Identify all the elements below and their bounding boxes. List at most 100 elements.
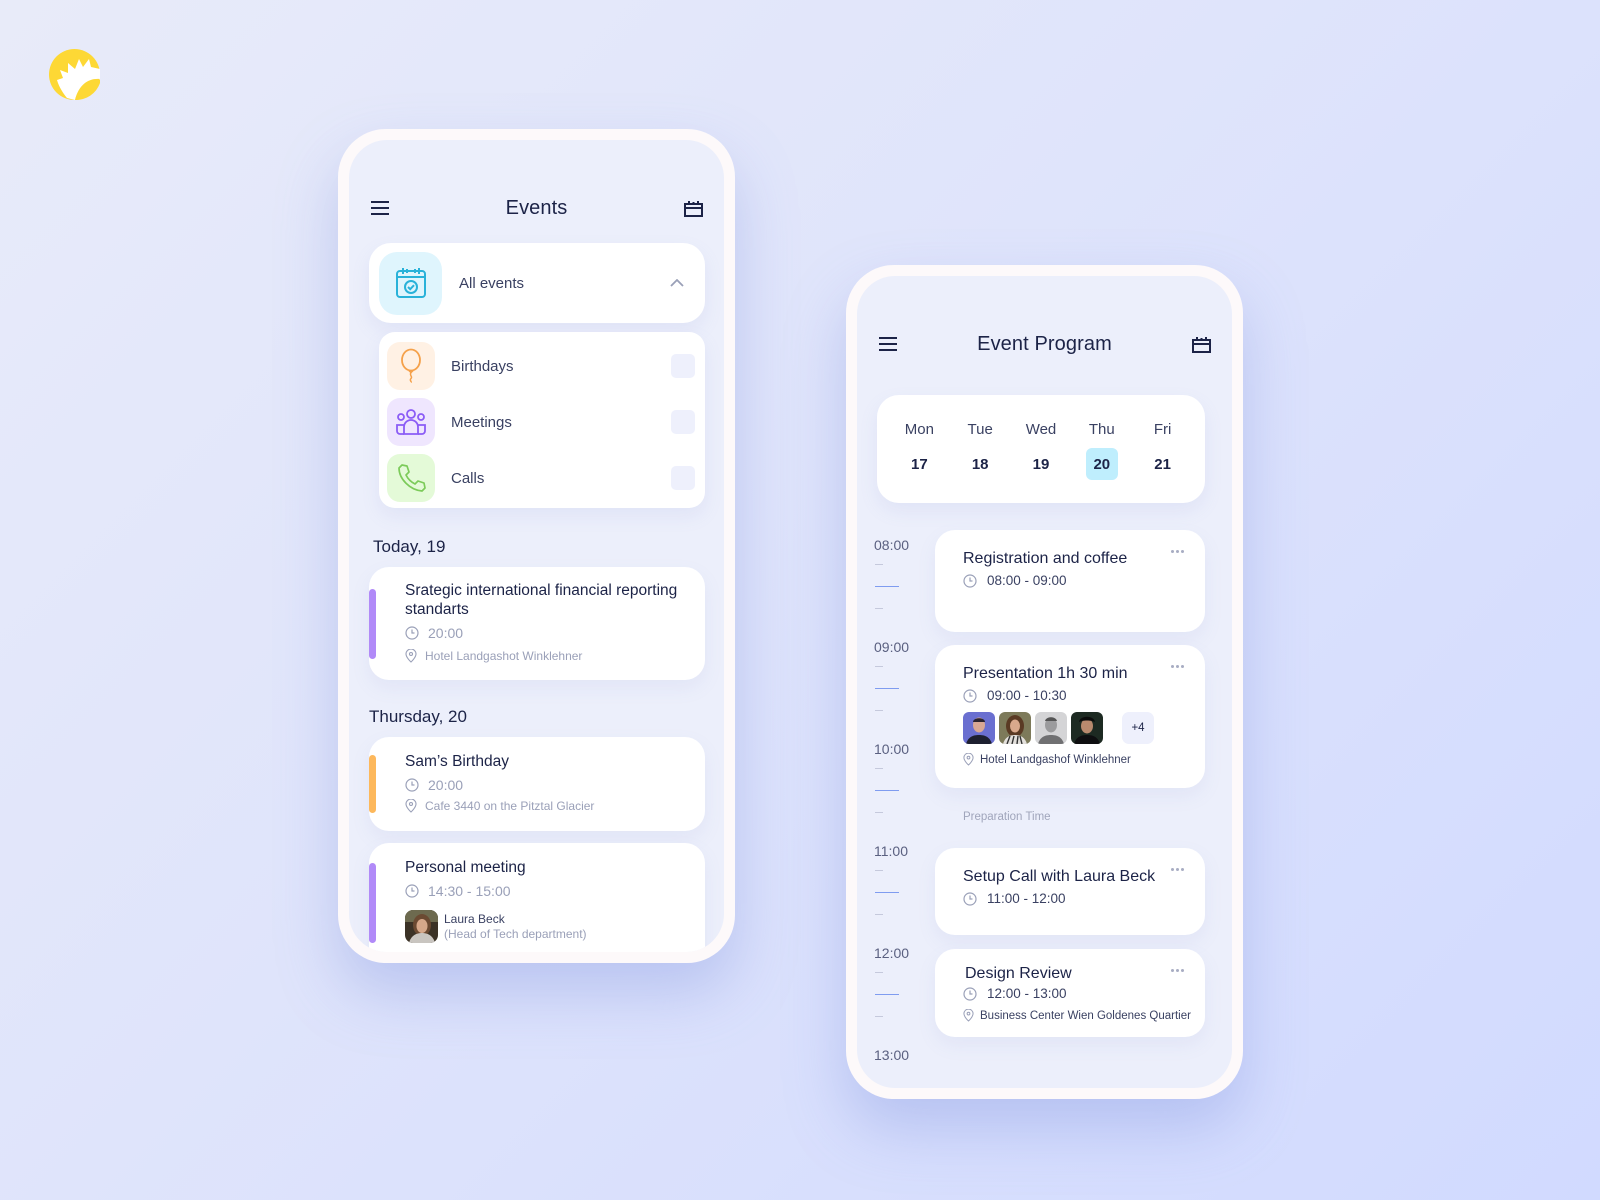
tick-mark (875, 608, 883, 609)
day-name: Wed (1025, 421, 1057, 438)
page-title: Events (505, 196, 568, 219)
day-mon[interactable]: Mon 17 (902, 395, 936, 503)
clock-icon (405, 884, 419, 898)
events-phone: Events All events Birthdays Meetings Cal… (338, 129, 735, 963)
avatar[interactable] (1071, 712, 1103, 744)
attendee[interactable]: Laura Beck (Head of Tech department) (405, 910, 689, 943)
program-title: Setup Call with Laura Beck (963, 868, 1156, 885)
tick-mark (875, 586, 899, 587)
clock-icon (963, 688, 977, 703)
calls-checkbox[interactable] (671, 466, 695, 490)
hour-label: 08:00 (874, 537, 910, 553)
all-events-dropdown[interactable]: All events (369, 243, 705, 323)
program-item-setup-call[interactable]: Setup Call with Laura Beck 11:00 - 12:00 (935, 848, 1205, 935)
program-title: Registration and coffee (963, 550, 1128, 567)
hamburger-menu-icon[interactable] (368, 196, 392, 220)
program-item-registration[interactable]: Registration and coffee 08:00 - 09:00 (935, 530, 1205, 632)
event-card-financial-standards[interactable]: Srategic international financial reporti… (369, 567, 705, 680)
program-item-design-review[interactable]: Design Review 12:00 - 13:00 Business Cen… (935, 949, 1205, 1037)
more-attendees-badge[interactable]: +4 (1122, 712, 1154, 744)
tick-mark (875, 790, 899, 791)
sun-logo-icon (49, 49, 100, 100)
section-day-thursday: Thursday, 20 (369, 707, 467, 726)
program-time: 12:00 - 13:00 (987, 986, 1067, 1001)
tick-mark (875, 914, 883, 915)
avatar[interactable] (1035, 712, 1067, 744)
program-title: Design Review (965, 965, 1072, 982)
event-title: Personal meeting (405, 859, 526, 876)
day-date: 20 (1085, 448, 1118, 480)
avatar (405, 910, 438, 943)
program-title: Presentation 1h 30 min (963, 665, 1128, 682)
attendee-avatars: +4 (963, 712, 1193, 744)
location-pin-icon (963, 753, 974, 766)
avatar[interactable] (963, 712, 995, 744)
calendar-icon[interactable] (681, 196, 705, 220)
event-time: 14:30 - 15:00 (428, 883, 511, 899)
hour-label: 11:00 (874, 843, 908, 859)
event-time: 20:00 (428, 625, 464, 641)
filter-item-meetings[interactable]: Meetings (387, 394, 695, 450)
event-card-personal-meeting[interactable]: Personal meeting 14:30 - 15:00 Laura Bec… (369, 843, 705, 952)
filter-label: Birthdays (451, 357, 514, 375)
birthdays-checkbox[interactable] (671, 354, 695, 378)
event-card-sams-birthday[interactable]: Sam’s Birthday 20:00 Cafe 3440 on the Pi… (369, 737, 705, 831)
filter-item-calls[interactable]: Calls (387, 450, 695, 506)
hour-label: 10:00 (874, 741, 910, 757)
day-fri[interactable]: Fri 21 (1146, 395, 1180, 503)
clock-icon (963, 891, 977, 906)
balloon-icon (387, 342, 435, 390)
tick-mark (875, 812, 883, 813)
day-thu-selected[interactable]: Thu 20 (1085, 395, 1119, 503)
tick-mark (875, 1016, 883, 1017)
program-time: 11:00 - 12:00 (987, 891, 1066, 906)
day-tue[interactable]: Tue 18 (963, 395, 997, 503)
event-color-bar (369, 589, 376, 659)
day-wed[interactable]: Wed 19 (1024, 395, 1058, 503)
tick-mark (875, 870, 883, 871)
clock-icon (963, 986, 977, 1001)
program-phone: Event Program Mon 17 Tue 18 Wed 19 Thu 20 Fr… (846, 265, 1243, 1099)
hamburger-menu-icon[interactable] (876, 332, 900, 356)
section-day-today: Today, 19 (373, 537, 446, 556)
clock-icon (405, 626, 419, 640)
day-date: 19 (1032, 455, 1050, 473)
event-color-bar (369, 755, 376, 813)
calendar-icon[interactable] (1189, 332, 1213, 356)
location-pin-icon (963, 1009, 974, 1022)
day-name: Thu (1088, 421, 1115, 438)
hour-label: 13:00 (874, 1047, 910, 1063)
program-time: 08:00 - 09:00 (987, 573, 1067, 588)
program-item-presentation[interactable]: Presentation 1h 30 min 09:00 - 10:30 +4 … (935, 645, 1205, 788)
tick-mark (875, 994, 899, 995)
page-title: Event Program (977, 332, 1112, 355)
day-name: Mon (904, 421, 934, 438)
filter-item-birthdays[interactable]: Birthdays (387, 338, 695, 394)
tick-mark (875, 666, 883, 667)
clock-icon (963, 573, 977, 588)
avatar[interactable] (999, 712, 1031, 744)
tick-mark (875, 768, 883, 769)
meetings-checkbox[interactable] (671, 410, 695, 434)
phone-icon (387, 454, 435, 502)
hour-label: 12:00 (874, 945, 910, 961)
chevron-up-icon[interactable] (665, 271, 689, 295)
filter-label: Meetings (451, 413, 512, 431)
day-name: Fri (1153, 421, 1172, 438)
tick-mark (875, 688, 899, 689)
event-time: 20:00 (428, 777, 464, 793)
location-pin-icon (405, 799, 417, 813)
tick-mark (875, 710, 883, 711)
program-location: Business Center Wien Goldenes Quartier (980, 1009, 1191, 1022)
event-type-filter-list: Birthdays Meetings Calls (379, 332, 705, 508)
day-date: 17 (911, 455, 928, 473)
calendar-check-icon (379, 251, 442, 315)
events-topbar: Events (349, 188, 724, 228)
group-icon (387, 398, 435, 446)
program-screen: Event Program Mon 17 Tue 18 Wed 19 Thu 20 Fr… (857, 276, 1232, 1088)
day-date: 18 (971, 455, 989, 473)
tick-mark (875, 972, 883, 973)
preparation-time-label: Preparation Time (963, 811, 1051, 823)
attendee-role: (Head of Tech department) (444, 926, 587, 941)
tick-mark (875, 892, 899, 893)
